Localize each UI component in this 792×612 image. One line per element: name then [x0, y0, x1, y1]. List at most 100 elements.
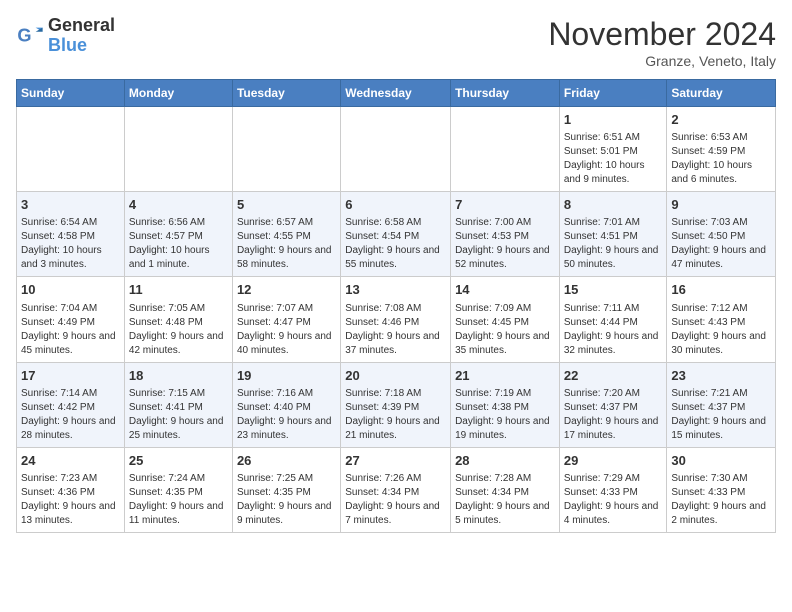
calendar-cell: 14 Sunrise: 7:09 AM Sunset: 4:45 PM Dayli…	[451, 277, 560, 362]
calendar-cell: 10 Sunrise: 7:04 AM Sunset: 4:49 PM Dayli…	[17, 277, 125, 362]
calendar-cell	[341, 107, 451, 192]
day-info: Sunrise: 6:57 AM Sunset: 4:55 PM Dayligh…	[237, 216, 336, 272]
day-number: 30	[671, 452, 771, 470]
calendar-week: 24 Sunrise: 7:23 AM Sunset: 4:36 PM Dayli…	[17, 447, 776, 532]
calendar-cell: 23 Sunrise: 7:21 AM Sunset: 4:37 PM Dayli…	[667, 362, 776, 447]
day-number: 10	[21, 281, 120, 299]
day-number: 5	[237, 196, 336, 214]
calendar-cell: 25 Sunrise: 7:24 AM Sunset: 4:35 PM Dayli…	[124, 447, 232, 532]
calendar-cell: 29Sunrise: 7:29 AM Sunset: 4:33 PM Dayli…	[559, 447, 667, 532]
calendar-cell: 9Sunrise: 7:03 AM Sunset: 4:50 PM Daylig…	[667, 192, 776, 277]
day-info: Sunrise: 7:07 AM Sunset: 4:47 PM Dayligh…	[237, 302, 336, 358]
header: G General Blue November 2024 Granze, Ven…	[16, 16, 776, 69]
day-number: 18	[129, 367, 228, 385]
day-info: Sunrise: 7:09 AM Sunset: 4:45 PM Dayligh…	[455, 302, 555, 358]
day-info: Sunrise: 7:03 AM Sunset: 4:50 PM Dayligh…	[671, 216, 771, 272]
day-number: 28	[455, 452, 555, 470]
calendar-cell: 17 Sunrise: 7:14 AM Sunset: 4:42 PM Dayli…	[17, 362, 125, 447]
day-info: Sunrise: 7:20 AM Sunset: 4:37 PM Dayligh…	[564, 387, 663, 443]
day-info: Sunrise: 7:01 AM Sunset: 4:51 PM Dayligh…	[564, 216, 663, 272]
title-block: November 2024 Granze, Veneto, Italy	[548, 16, 776, 69]
header-day: Sunday	[17, 80, 125, 107]
calendar-cell	[451, 107, 560, 192]
calendar-cell: 18 Sunrise: 7:15 AM Sunset: 4:41 PM Dayli…	[124, 362, 232, 447]
day-info: Sunrise: 7:15 AM Sunset: 4:41 PM Dayligh…	[129, 387, 228, 443]
day-number: 11	[129, 281, 228, 299]
day-info: Sunrise: 7:08 AM Sunset: 4:46 PM Dayligh…	[345, 302, 446, 358]
calendar-cell: 8 Sunrise: 7:01 AM Sunset: 4:51 PM Daylig…	[559, 192, 667, 277]
day-number: 23	[671, 367, 771, 385]
month-title: November 2024	[548, 16, 776, 53]
day-info: Sunrise: 7:18 AM Sunset: 4:39 PM Dayligh…	[345, 387, 446, 443]
calendar-cell: 6 Sunrise: 6:58 AM Sunset: 4:54 PM Daylig…	[341, 192, 451, 277]
header-day: Wednesday	[341, 80, 451, 107]
calendar-cell: 24 Sunrise: 7:23 AM Sunset: 4:36 PM Dayli…	[17, 447, 125, 532]
calendar-cell: 22 Sunrise: 7:20 AM Sunset: 4:37 PM Dayli…	[559, 362, 667, 447]
day-number: 3	[21, 196, 120, 214]
calendar-cell: 11 Sunrise: 7:05 AM Sunset: 4:48 PM Dayli…	[124, 277, 232, 362]
day-info: Sunrise: 7:24 AM Sunset: 4:35 PM Dayligh…	[129, 472, 228, 528]
day-number: 6	[345, 196, 446, 214]
day-info: Sunrise: 7:25 AM Sunset: 4:35 PM Dayligh…	[237, 472, 336, 528]
day-number: 17	[21, 367, 120, 385]
calendar-cell: 28 Sunrise: 7:28 AM Sunset: 4:34 PM Dayli…	[451, 447, 560, 532]
logo: G General Blue	[16, 16, 115, 56]
calendar-cell: 7 Sunrise: 7:00 AM Sunset: 4:53 PM Daylig…	[451, 192, 560, 277]
day-info: Sunrise: 7:30 AM Sunset: 4:33 PM Dayligh…	[671, 472, 771, 528]
header-row: SundayMondayTuesdayWednesdayThursdayFrid…	[17, 80, 776, 107]
calendar-cell: 20 Sunrise: 7:18 AM Sunset: 4:39 PM Dayli…	[341, 362, 451, 447]
calendar-week: 3 Sunrise: 6:54 AM Sunset: 4:58 PM Daylig…	[17, 192, 776, 277]
header-day: Thursday	[451, 80, 560, 107]
day-info: Sunrise: 7:29 AM Sunset: 4:33 PM Dayligh…	[564, 472, 663, 528]
day-number: 12	[237, 281, 336, 299]
day-number: 21	[455, 367, 555, 385]
header-day: Tuesday	[232, 80, 340, 107]
day-info: Sunrise: 6:58 AM Sunset: 4:54 PM Dayligh…	[345, 216, 446, 272]
header-day: Monday	[124, 80, 232, 107]
logo-text: General Blue	[48, 16, 115, 56]
day-number: 7	[455, 196, 555, 214]
day-number: 25	[129, 452, 228, 470]
calendar-cell: 2Sunrise: 6:53 AM Sunset: 4:59 PM Daylig…	[667, 107, 776, 192]
calendar-cell: 15Sunrise: 7:11 AM Sunset: 4:44 PM Dayli…	[559, 277, 667, 362]
day-info: Sunrise: 7:14 AM Sunset: 4:42 PM Dayligh…	[21, 387, 120, 443]
day-number: 22	[564, 367, 663, 385]
calendar-cell: 27 Sunrise: 7:26 AM Sunset: 4:34 PM Dayli…	[341, 447, 451, 532]
day-info: Sunrise: 7:21 AM Sunset: 4:37 PM Dayligh…	[671, 387, 771, 443]
day-number: 26	[237, 452, 336, 470]
day-info: Sunrise: 7:12 AM Sunset: 4:43 PM Dayligh…	[671, 302, 771, 358]
day-number: 24	[21, 452, 120, 470]
calendar-cell: 21 Sunrise: 7:19 AM Sunset: 4:38 PM Dayli…	[451, 362, 560, 447]
day-info: Sunrise: 7:19 AM Sunset: 4:38 PM Dayligh…	[455, 387, 555, 443]
logo-icon: G	[16, 22, 44, 50]
calendar-cell: 12 Sunrise: 7:07 AM Sunset: 4:47 PM Dayli…	[232, 277, 340, 362]
header-day: Friday	[559, 80, 667, 107]
day-info: Sunrise: 7:11 AM Sunset: 4:44 PM Dayligh…	[564, 302, 663, 358]
calendar-week: 10 Sunrise: 7:04 AM Sunset: 4:49 PM Dayli…	[17, 277, 776, 362]
day-info: Sunrise: 7:23 AM Sunset: 4:36 PM Dayligh…	[21, 472, 120, 528]
day-info: Sunrise: 6:54 AM Sunset: 4:58 PM Dayligh…	[21, 216, 120, 272]
day-info: Sunrise: 7:00 AM Sunset: 4:53 PM Dayligh…	[455, 216, 555, 272]
day-info: Sunrise: 7:16 AM Sunset: 4:40 PM Dayligh…	[237, 387, 336, 443]
calendar-cell: 1Sunrise: 6:51 AM Sunset: 5:01 PM Daylig…	[559, 107, 667, 192]
day-number: 1	[564, 111, 663, 129]
calendar-cell: 16 Sunrise: 7:12 AM Sunset: 4:43 PM Dayli…	[667, 277, 776, 362]
day-info: Sunrise: 7:05 AM Sunset: 4:48 PM Dayligh…	[129, 302, 228, 358]
calendar-week: 1Sunrise: 6:51 AM Sunset: 5:01 PM Daylig…	[17, 107, 776, 192]
calendar-cell: 30 Sunrise: 7:30 AM Sunset: 4:33 PM Dayli…	[667, 447, 776, 532]
day-info: Sunrise: 7:28 AM Sunset: 4:34 PM Dayligh…	[455, 472, 555, 528]
day-number: 20	[345, 367, 446, 385]
calendar-cell	[124, 107, 232, 192]
day-number: 27	[345, 452, 446, 470]
calendar-cell	[232, 107, 340, 192]
calendar-cell: 5 Sunrise: 6:57 AM Sunset: 4:55 PM Daylig…	[232, 192, 340, 277]
day-info: Sunrise: 7:26 AM Sunset: 4:34 PM Dayligh…	[345, 472, 446, 528]
day-number: 16	[671, 281, 771, 299]
calendar-cell: 19 Sunrise: 7:16 AM Sunset: 4:40 PM Dayli…	[232, 362, 340, 447]
day-number: 13	[345, 281, 446, 299]
calendar-cell	[17, 107, 125, 192]
day-number: 14	[455, 281, 555, 299]
day-number: 19	[237, 367, 336, 385]
day-info: Sunrise: 7:04 AM Sunset: 4:49 PM Dayligh…	[21, 302, 120, 358]
day-number: 8	[564, 196, 663, 214]
